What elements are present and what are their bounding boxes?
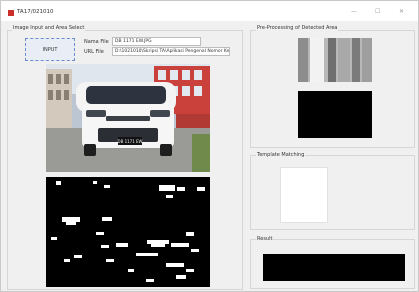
app-window: TA17/021010 — ☐ ✕ Image Input and Area S… bbox=[0, 0, 419, 292]
binary-image bbox=[46, 177, 210, 287]
template-matching-label: Template Matching bbox=[256, 152, 306, 158]
maximize-icon[interactable]: ☐ bbox=[375, 8, 380, 15]
input-button[interactable]: INPUT bbox=[25, 38, 75, 61]
window-title: TA17/021010 bbox=[17, 9, 54, 15]
app-icon bbox=[8, 10, 14, 16]
preprocessing-group-label: Pre-Processing of Detected Area bbox=[256, 25, 339, 31]
url-file-label: URL File bbox=[84, 49, 104, 55]
name-file-field[interactable]: DB 1171 EW.JPG bbox=[112, 37, 201, 46]
url-file-field[interactable]: D:\1021010\Skripsi TA\Aplikasi Pengenal … bbox=[112, 47, 230, 56]
plate-crop-image bbox=[298, 38, 372, 82]
template-image bbox=[280, 167, 328, 223]
input-button-label: INPUT bbox=[42, 46, 58, 53]
car-photo-graphic: DB 1171 EW bbox=[46, 64, 210, 172]
template-matching-group bbox=[250, 155, 415, 230]
plate-crop-graphic bbox=[298, 38, 372, 82]
license-plate-text: DB 1171 EW bbox=[117, 139, 142, 144]
input-group-label: Image Input and Area Select bbox=[12, 25, 86, 31]
result-group-label: Result bbox=[256, 236, 274, 242]
minimize-icon[interactable]: — bbox=[351, 8, 357, 15]
car-photo: DB 1171 EW bbox=[46, 64, 210, 172]
name-file-label: Nama File bbox=[84, 39, 109, 45]
plate-binary-image bbox=[298, 91, 372, 138]
title-bar: TA17/021010 — ☐ ✕ bbox=[1, 1, 418, 21]
result-display bbox=[263, 254, 405, 281]
binary-image-graphic bbox=[46, 177, 210, 287]
close-icon[interactable]: ✕ bbox=[399, 8, 404, 15]
